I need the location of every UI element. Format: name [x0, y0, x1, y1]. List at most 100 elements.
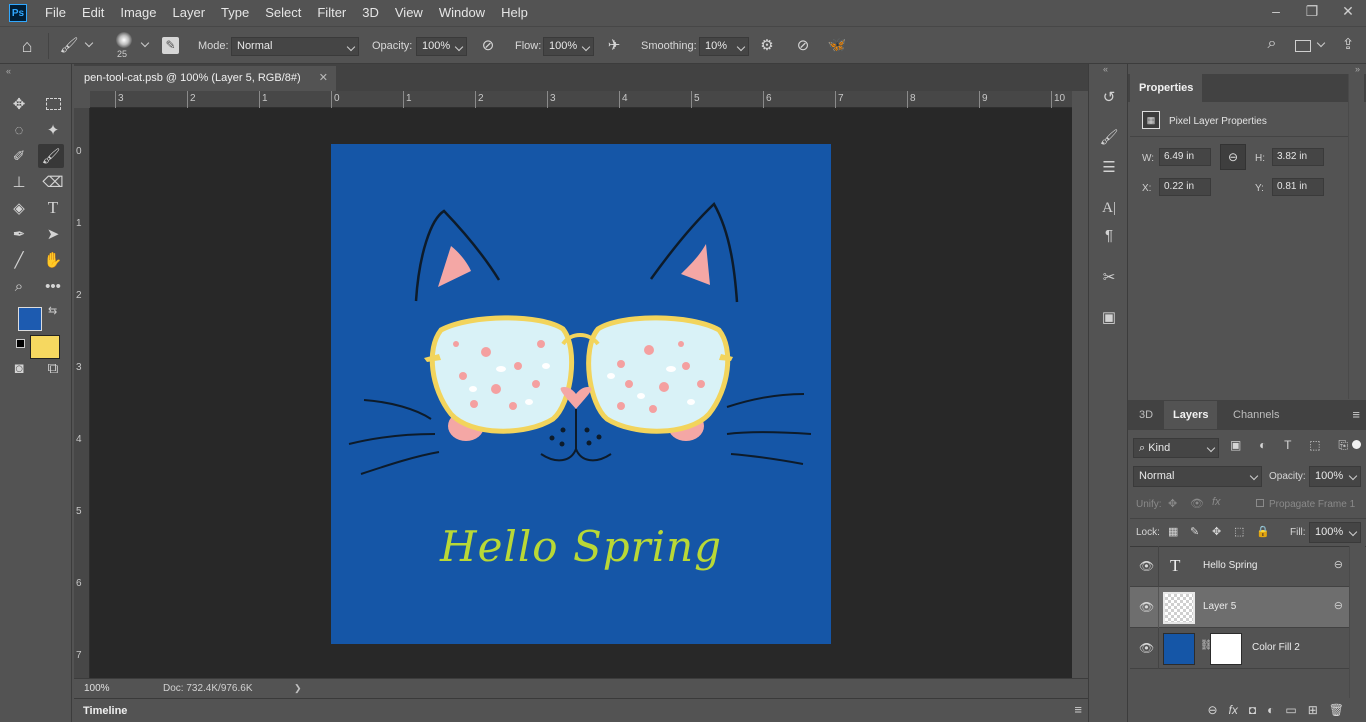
- brush-settings-icon[interactable]: ✎: [162, 37, 179, 54]
- unify-visibility-icon[interactable]: 👁: [1190, 497, 1204, 510]
- timeline-tab[interactable]: Timeline: [83, 705, 127, 717]
- filter-toggle[interactable]: [1352, 440, 1361, 449]
- character-icon[interactable]: A|: [1099, 198, 1119, 218]
- filter-type-icon[interactable]: T: [1284, 438, 1291, 453]
- zoom-level[interactable]: 100%: [84, 683, 110, 694]
- filter-smart-object-icon[interactable]: ⎘: [1338, 438, 1348, 453]
- status-menu-arrow[interactable]: ❯: [294, 683, 302, 694]
- kind-filter-select[interactable]: ⌕ Kind: [1133, 438, 1219, 458]
- restore-button[interactable]: ❐: [1294, 0, 1330, 22]
- menu-layer[interactable]: Layer: [165, 0, 214, 26]
- close-button[interactable]: ✕: [1330, 0, 1366, 22]
- layer-opacity-input[interactable]: 100%: [1309, 466, 1361, 487]
- paint-bucket-tool-icon[interactable]: ◈: [6, 196, 32, 220]
- lock-all-icon[interactable]: 🔒: [1256, 525, 1270, 538]
- properties-scrollbar[interactable]: [1348, 74, 1364, 399]
- pen-tool-icon[interactable]: ✒: [6, 222, 32, 246]
- swap-colors-icon[interactable]: ⇆: [48, 304, 57, 317]
- brush-preset-icon[interactable]: 🖌: [58, 36, 80, 54]
- marquee-tool-icon[interactable]: [40, 92, 66, 116]
- pressure-size-icon[interactable]: ⊘: [793, 36, 813, 54]
- visibility-eye-icon[interactable]: 👁: [1139, 559, 1154, 573]
- zoom-tool-icon[interactable]: ⌕: [6, 274, 32, 298]
- history-icon[interactable]: ↺: [1099, 88, 1119, 108]
- eraser-tool-icon[interactable]: ⌫: [40, 170, 66, 194]
- propagate-checkbox[interactable]: [1256, 499, 1264, 507]
- layer-row-hello-spring[interactable]: 👁 T Hello Spring ⊖: [1130, 546, 1349, 587]
- search-icon[interactable]: ⌕: [1262, 35, 1282, 53]
- tab-layers[interactable]: Layers: [1164, 401, 1218, 429]
- panel-menu-icon[interactable]: ≡: [1352, 407, 1360, 422]
- chevron-down-icon[interactable]: [1316, 38, 1326, 48]
- opacity-input[interactable]: 100%: [416, 37, 467, 56]
- new-layer-icon[interactable]: ⊞: [1308, 703, 1318, 717]
- link-dimensions-icon[interactable]: ⊖: [1220, 144, 1246, 170]
- menu-select[interactable]: Select: [257, 0, 309, 26]
- link-layers-icon[interactable]: ⊖: [1207, 703, 1217, 717]
- collapse-panels-icon[interactable]: »: [1355, 64, 1360, 74]
- visibility-eye-icon[interactable]: 👁: [1139, 641, 1154, 655]
- vertical-scrollbar[interactable]: [1072, 91, 1088, 678]
- mode-select[interactable]: Normal: [231, 37, 359, 56]
- expand-icon[interactable]: «: [1103, 64, 1108, 74]
- share-icon[interactable]: ⇪: [1338, 35, 1358, 53]
- smoothing-input[interactable]: 10%: [699, 37, 749, 56]
- tab-3d[interactable]: 3D: [1130, 401, 1162, 429]
- chevron-down-icon[interactable]: [140, 38, 150, 48]
- symmetry-icon[interactable]: 🦋: [826, 36, 848, 54]
- layer-style-icon[interactable]: fx: [1229, 703, 1238, 717]
- close-tab-icon[interactable]: ✕: [319, 66, 328, 91]
- visibility-eye-icon[interactable]: 👁: [1139, 600, 1154, 614]
- filter-shape-icon[interactable]: ⬚: [1309, 438, 1320, 453]
- filter-adjustment-icon[interactable]: ◐: [1259, 438, 1266, 453]
- default-colors-icon[interactable]: [16, 339, 25, 348]
- paragraph-icon[interactable]: ¶: [1099, 226, 1119, 246]
- chevron-down-icon[interactable]: [84, 38, 94, 48]
- filter-pixel-icon[interactable]: ▣: [1230, 438, 1241, 453]
- lock-artboard-icon[interactable]: ⬚: [1234, 525, 1244, 538]
- minimize-button[interactable]: –: [1258, 0, 1294, 22]
- menu-edit[interactable]: Edit: [74, 0, 112, 26]
- menu-image[interactable]: Image: [112, 0, 164, 26]
- height-field[interactable]: 3.82 in: [1272, 148, 1324, 166]
- lock-pixels-icon[interactable]: ✎: [1190, 525, 1199, 538]
- properties-tab[interactable]: Properties: [1130, 74, 1203, 102]
- libraries-icon[interactable]: ▣: [1099, 308, 1119, 328]
- stamp-tool-icon[interactable]: ⊥: [6, 170, 32, 194]
- panel-menu-icon[interactable]: ≡: [1074, 702, 1082, 717]
- document-canvas[interactable]: Hello Spring: [331, 144, 831, 644]
- layers-scrollbar[interactable]: [1349, 546, 1365, 698]
- add-mask-icon[interactable]: ◘: [1249, 703, 1256, 717]
- screen-mode-icon[interactable]: ⧉: [40, 356, 66, 380]
- layer-row-color-fill-2[interactable]: 👁 ⛓ Color Fill 2: [1130, 628, 1349, 669]
- magic-wand-tool-icon[interactable]: ✦: [40, 118, 66, 142]
- lasso-tool-icon[interactable]: ◌: [6, 118, 32, 142]
- pressure-opacity-icon[interactable]: ⊘: [478, 36, 498, 54]
- path-selection-tool-icon[interactable]: ➤: [40, 222, 66, 246]
- menu-filter[interactable]: Filter: [309, 0, 354, 26]
- quick-mask-icon[interactable]: ◙: [6, 356, 32, 380]
- home-icon[interactable]: ⌂: [14, 36, 40, 57]
- brush-tip-icon[interactable]: [116, 32, 132, 48]
- fill-input[interactable]: 100%: [1309, 522, 1361, 543]
- airbrush-icon[interactable]: ✈: [604, 36, 624, 54]
- adjustments-icon[interactable]: ☰: [1099, 158, 1119, 178]
- type-tool-icon[interactable]: T: [40, 196, 66, 220]
- line-tool-icon[interactable]: ╱: [6, 248, 32, 272]
- tool-presets-icon[interactable]: ✂: [1099, 268, 1119, 288]
- menu-file[interactable]: File: [37, 0, 74, 26]
- brushes-icon[interactable]: 🖌: [1099, 128, 1119, 148]
- menu-type[interactable]: Type: [213, 0, 257, 26]
- lock-transparent-icon[interactable]: ▦: [1168, 525, 1178, 538]
- lock-position-icon[interactable]: ✥: [1212, 525, 1221, 538]
- trash-icon[interactable]: 🗑: [1329, 703, 1344, 717]
- hand-tool-icon[interactable]: ✋: [40, 248, 66, 272]
- tab-channels[interactable]: Channels: [1224, 401, 1288, 429]
- blend-mode-select[interactable]: Normal: [1133, 466, 1262, 487]
- more-tools-icon[interactable]: •••: [40, 274, 66, 298]
- unify-position-icon[interactable]: ✥: [1168, 497, 1177, 510]
- collapse-icon[interactable]: «: [6, 66, 11, 76]
- document-tab[interactable]: pen-tool-cat.psb @ 100% (Layer 5, RGB/8#…: [74, 66, 336, 91]
- foreground-color-swatch[interactable]: [18, 307, 42, 331]
- layer-row-layer-5[interactable]: 👁 Layer 5 ⊖: [1130, 587, 1349, 628]
